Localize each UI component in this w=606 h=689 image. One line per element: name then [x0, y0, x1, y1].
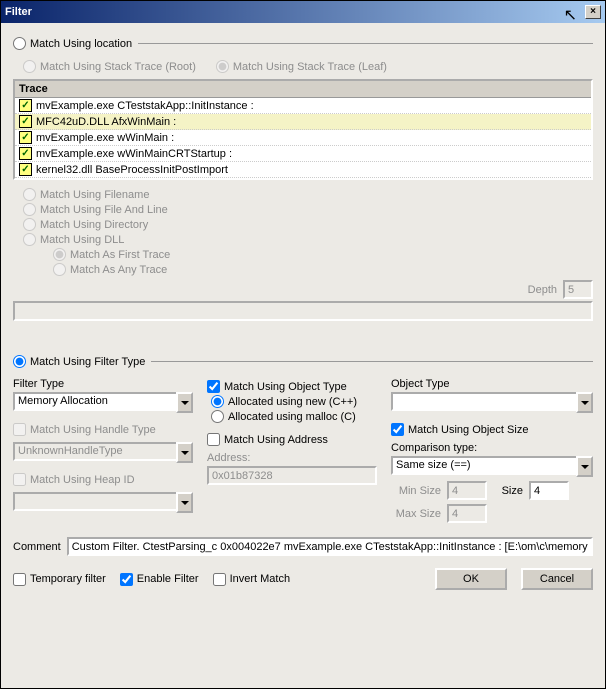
filter-dialog: Filter × ↖ Match Using location Match Us…	[0, 0, 606, 689]
invert-match-check[interactable]: Invert Match	[213, 573, 291, 586]
check-icon[interactable]: ✓	[19, 131, 32, 144]
trace-row[interactable]: ✓mvExample.exe CTeststakApp::InitInstanc…	[15, 98, 591, 114]
cancel-button[interactable]: Cancel	[521, 568, 593, 590]
trace-row[interactable]: ✓kernel32.dll BaseProcessInitPostImport	[15, 162, 591, 178]
match-using-location-radio[interactable]: Match Using location	[13, 37, 132, 50]
match-filter-type-label: Match Using Filter Type	[30, 356, 145, 368]
match-first-trace-radio: Match As First Trace	[53, 248, 593, 261]
size-input[interactable]	[529, 481, 569, 500]
trace-row[interactable]: ✓mvExample.exe wWinMain :	[15, 130, 591, 146]
chevron-down-icon[interactable]	[576, 392, 593, 413]
object-type-combo[interactable]	[391, 392, 593, 413]
match-object-type-check[interactable]: Match Using Object Type	[207, 380, 377, 393]
match-fileline-radio: Match Using File And Line	[23, 203, 593, 216]
max-size-input	[447, 504, 487, 523]
match-filter-type-radio[interactable]: Match Using Filter Type	[13, 355, 145, 368]
filter-type-label: Filter Type	[13, 378, 193, 390]
max-size-label: Max Size	[391, 508, 441, 520]
temporary-filter-check[interactable]: Temporary filter	[13, 573, 106, 586]
match-handle-type-check: Match Using Handle Type	[13, 423, 193, 436]
depth-label: Depth	[528, 284, 557, 296]
trace-list[interactable]: Trace ✓mvExample.exe CTeststakApp::InitI…	[13, 79, 593, 180]
match-stack-root-radio: Match Using Stack Trace (Root)	[23, 60, 196, 73]
check-icon[interactable]: ✓	[19, 147, 32, 160]
handle-type-combo: UnknownHandleType	[13, 442, 193, 463]
check-icon[interactable]: ✓	[19, 163, 32, 176]
check-icon[interactable]: ✓	[19, 115, 32, 128]
match-location-label: Match Using location	[30, 38, 132, 50]
min-size-label: Min Size	[391, 485, 441, 497]
size-label: Size	[493, 485, 523, 497]
comment-input[interactable]	[67, 537, 593, 556]
min-size-input	[447, 481, 487, 500]
trace-row[interactable]: ✓MFC42uD.DLL AfxWinMain :	[15, 114, 591, 130]
address-input	[207, 466, 377, 485]
depth-input	[563, 280, 593, 299]
match-directory-radio: Match Using Directory	[23, 218, 593, 231]
object-type-label: Object Type	[391, 378, 593, 390]
chevron-down-icon[interactable]	[176, 392, 193, 413]
heap-id-combo	[13, 492, 193, 513]
match-dll-radio: Match Using DLL	[23, 233, 593, 246]
trace-row[interactable]: ✓mvExample.exe wWinMainCRTStartup :	[15, 146, 591, 162]
match-filename-radio: Match Using Filename	[23, 188, 593, 201]
comparison-type-combo[interactable]: Same size (==)	[391, 456, 593, 477]
chevron-down-icon	[176, 492, 193, 513]
match-stack-leaf-radio: Match Using Stack Trace (Leaf)	[216, 60, 387, 73]
address-label: Address:	[207, 452, 377, 464]
match-any-trace-radio: Match As Any Trace	[53, 263, 593, 276]
filter-type-combo[interactable]: Memory Allocation	[13, 392, 193, 413]
match-address-check[interactable]: Match Using Address	[207, 433, 377, 446]
comparison-type-label: Comparison type:	[391, 442, 593, 454]
alloc-new-radio[interactable]: Allocated using new (C++)	[211, 395, 377, 408]
divider	[138, 43, 593, 44]
check-icon[interactable]: ✓	[19, 99, 32, 112]
close-icon[interactable]: ×	[585, 5, 601, 19]
titlebar[interactable]: Filter ×	[1, 1, 605, 23]
alloc-malloc-radio[interactable]: Allocated using malloc (C)	[211, 410, 377, 423]
ok-button[interactable]: OK	[435, 568, 507, 590]
divider	[151, 361, 593, 362]
trace-header: Trace	[15, 81, 591, 98]
chevron-down-icon[interactable]	[576, 456, 593, 477]
enable-filter-check[interactable]: Enable Filter	[120, 573, 199, 586]
comment-label: Comment	[13, 541, 61, 553]
match-object-size-check[interactable]: Match Using Object Size	[391, 423, 593, 436]
chevron-down-icon	[176, 442, 193, 463]
match-heap-id-check: Match Using Heap ID	[13, 473, 193, 486]
window-title: Filter	[5, 6, 585, 18]
empty-bar	[13, 301, 593, 321]
